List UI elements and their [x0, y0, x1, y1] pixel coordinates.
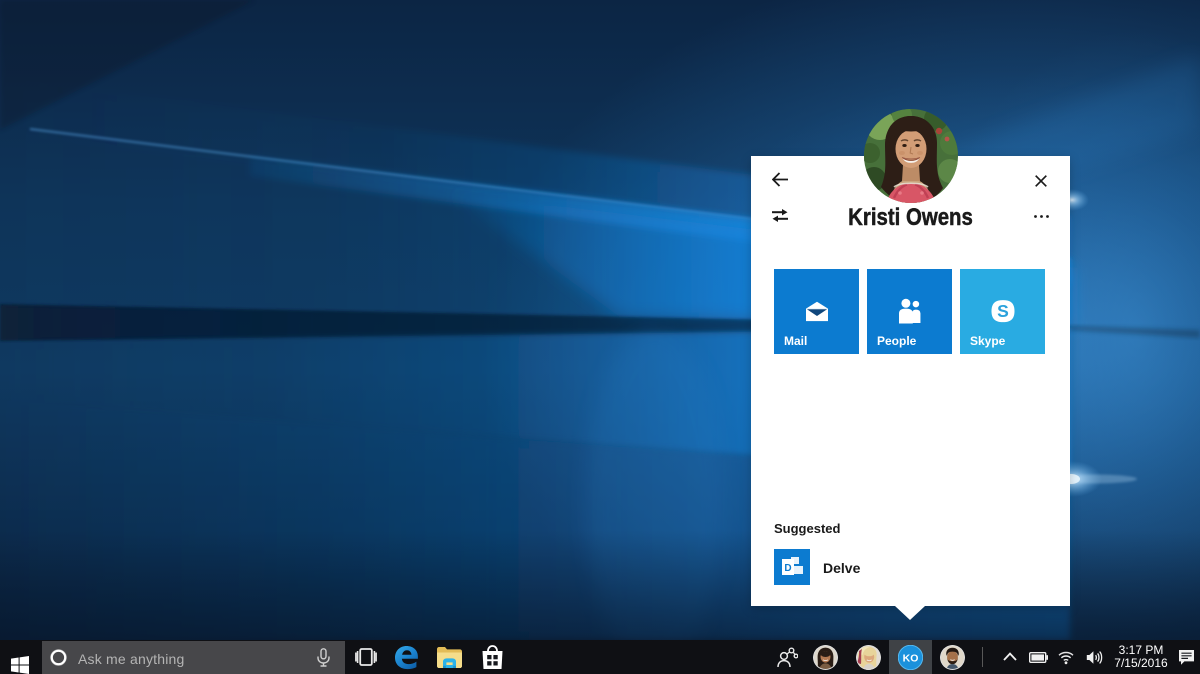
svg-text:KO: KO	[903, 653, 919, 665]
svg-text:D: D	[784, 563, 791, 574]
svg-text:S: S	[997, 301, 1009, 321]
